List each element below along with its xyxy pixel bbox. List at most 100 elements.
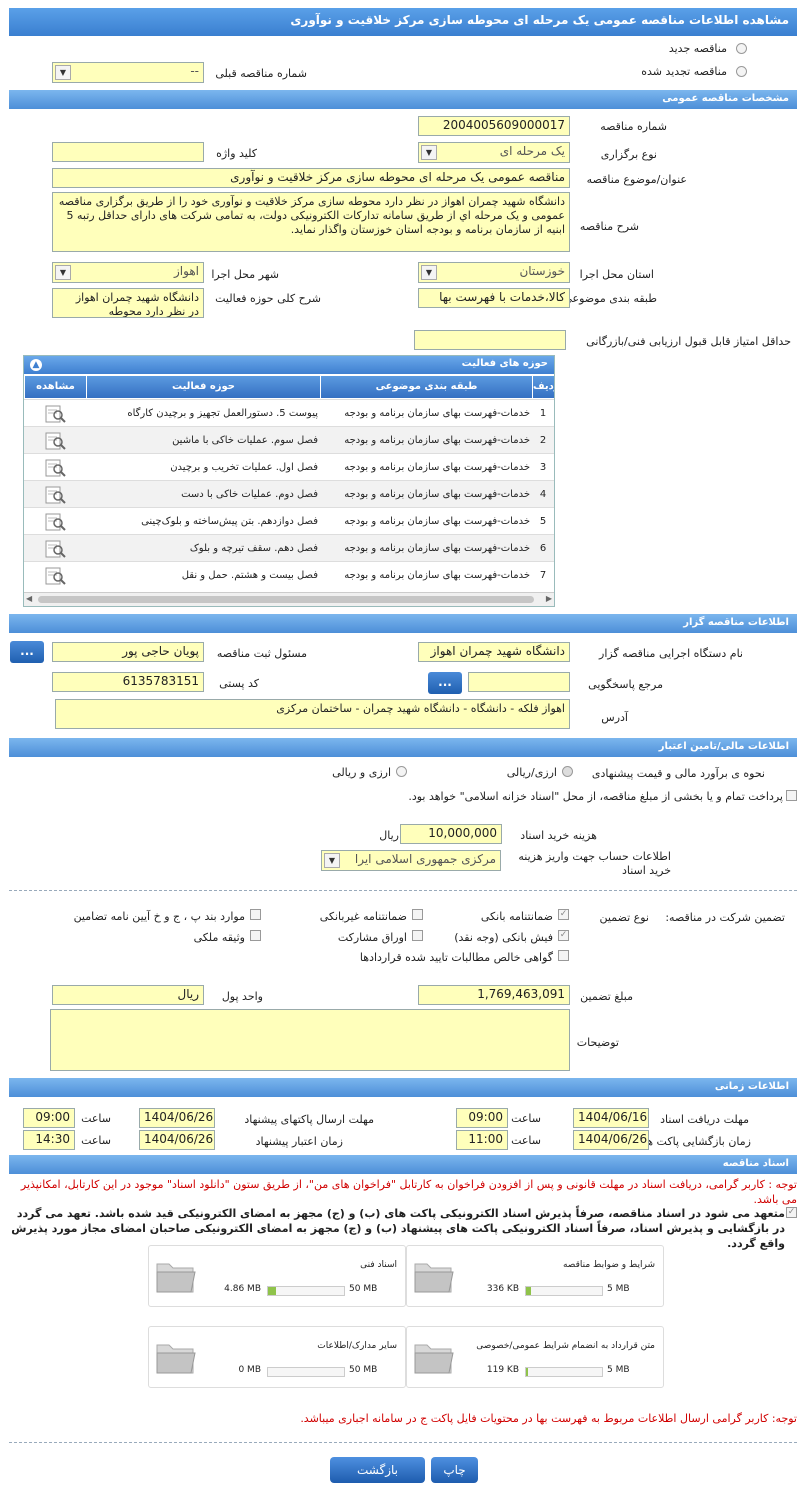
prev-number-label: شماره مناقصه قبلی [215,67,307,80]
nonbank-guarantee-checkbox[interactable] [412,909,423,920]
keyword-label: کلید واژه [216,147,257,160]
city-label: شهر محل اجرا [211,268,279,281]
table-row: 3 خدمات-فهرست بهای سازمان برنامه و بودجه ف… [24,453,554,480]
document-size-bar [267,1367,345,1377]
submit-deadline-date-field[interactable]: 1404/06/26 [139,1108,215,1128]
postal-field[interactable]: 6135783151 [52,672,204,692]
view-icon[interactable] [24,427,86,454]
fee-field[interactable]: 10,000,000 [400,824,502,844]
table-row: 1 خدمات-فهرست بهای سازمان برنامه و بودجه پ… [24,399,554,426]
description-field[interactable]: دانشگاه شهید چمران اهواز در نظر دارد محو… [52,192,570,252]
row-category: خدمات-فهرست بهای سازمان برنامه و بودجه [344,434,530,446]
row-category: خدمات-فهرست بهای سازمان برنامه و بودجه [344,542,530,554]
page-title: مشاهده اطلاعات مناقصه عمومی یک مرحله ای … [9,8,797,36]
treasury-text: پرداخت تمام و یا بخشی از مبلغ مناقصه، از… [408,790,783,803]
org-field[interactable]: دانشگاه شهید چمران اهواز [418,642,570,662]
activity-desc-label: شرح کلی حوزه فعالیت [215,292,321,305]
validity-date-field[interactable]: 1404/06/26 [139,1130,215,1150]
document-max-size: 50 MB [349,1284,378,1294]
province-select[interactable]: خوزستان ▼ [418,262,570,283]
validity-label: زمان اعتبار پیشنهاد [255,1135,343,1148]
submit-time-label: ساعت [81,1112,111,1125]
activity-desc-field[interactable]: دانشگاه شهید چمران اهواز در نظر دارد محو… [52,288,204,318]
documents-section-header: اسناد مناقصه [9,1155,797,1174]
ref-field[interactable] [468,672,570,692]
estimate-option-1-label: ارزی/ریالی [506,766,557,779]
folder-icon [156,1344,196,1374]
view-icon[interactable] [24,400,86,427]
opening-time-label: ساعت [511,1134,541,1147]
commitment-checkbox[interactable]: ✓ [786,1207,797,1218]
subject-field[interactable]: مناقصه عمومی یک مرحله ای محوطه سازی مرکز… [52,168,570,188]
guarantee-amount-field[interactable]: 1,769,463,091 [418,985,570,1005]
scroll-left-icon[interactable]: ◀ [26,594,32,603]
document-size-fill [526,1368,529,1376]
currency-field[interactable]: ریال [52,985,204,1005]
document-card[interactable]: سایر مدارک/اطلاعات 50 MB 0 MB [148,1326,406,1388]
bank-guarantee-checkbox[interactable]: ✓ [558,909,569,920]
regulation-items-checkbox[interactable] [250,909,261,920]
prev-number-select[interactable]: -- ▼ [52,62,204,83]
doc-receive-date-field[interactable]: 1404/06/16 [573,1108,649,1128]
view-icon[interactable] [24,481,86,508]
view-icon[interactable] [24,562,86,589]
bank-receipt-checkbox[interactable]: ✓ [558,930,569,941]
notes-field[interactable] [50,1009,570,1071]
guarantee-label: تضمین شرکت در مناقصه: [665,911,785,924]
document-card[interactable]: متن قرارداد به انضمام شرایط عمومی/خصوصی 5… [406,1326,664,1388]
guarantee-type-label: نوع تضمین [599,911,649,924]
city-select[interactable]: اهواز ▼ [52,262,204,283]
scrollbar-thumb[interactable] [38,596,534,603]
view-icon[interactable] [24,454,86,481]
nonbank-guarantee-label: ضمانتنامه غیربانکی [319,910,407,923]
grid-scrollbar[interactable]: ◀ ▶ [24,592,554,606]
col-view: مشاهده [24,376,86,398]
bonds-checkbox[interactable] [412,930,423,941]
opening-label: زمان بازگشایی پاکت ها [643,1135,751,1148]
estimate-option-2-radio[interactable] [396,766,407,777]
tender-number-field[interactable]: 2004005609000017 [418,116,570,136]
treasury-checkbox[interactable] [786,790,797,801]
holding-type-value: یک مرحله ای [499,144,565,158]
validity-time-field[interactable]: 14:30 [23,1130,75,1150]
col-activity: حوزه فعالیت [86,376,320,398]
document-size: 336 KB [486,1284,519,1294]
financial-section-header: اطلاعات مالی/تامین اعتبار [9,738,797,757]
min-score-field[interactable] [414,330,566,350]
document-card[interactable]: شرایط و ضوابط مناقصه 5 MB 336 KB [406,1245,664,1307]
renewed-tender-radio[interactable] [736,66,747,77]
doc-receive-time-field[interactable]: 09:00 [456,1108,508,1128]
row-number: 3 [539,461,547,473]
opening-date-field[interactable]: 1404/06/26 [573,1130,649,1150]
submit-deadline-time-field[interactable]: 09:00 [23,1108,75,1128]
document-card[interactable]: اسناد فنی 50 MB 4.86 MB [148,1245,406,1307]
estimate-option-1-radio[interactable] [562,766,573,777]
document-size: 4.86 MB [224,1284,261,1294]
opening-time-field[interactable]: 11:00 [456,1130,508,1150]
scroll-right-icon[interactable]: ▶ [546,594,552,603]
divider [9,1442,797,1443]
chevron-down-icon: ▼ [55,65,71,80]
ref-lookup-button[interactable]: ... [428,672,462,694]
new-tender-radio[interactable] [736,43,747,54]
col-row-number: ردیف [532,376,554,398]
collapse-icon[interactable]: ▲ [30,359,42,371]
document-size-bar [525,1367,603,1377]
account-select[interactable]: مرکزی جمهوری اسلامی ایرا ▼ [321,850,501,871]
holding-type-select[interactable]: یک مرحله ای ▼ [418,142,570,163]
view-icon[interactable] [24,508,86,535]
back-button[interactable]: بازگشت [330,1457,425,1483]
address-field[interactable]: اهواز فلکه - دانشگاه - دانشگاه شهید چمرا… [55,699,570,729]
registrar-lookup-button[interactable]: ... [10,641,44,663]
property-collateral-checkbox[interactable] [250,930,261,941]
address-label: آدرس [601,711,628,724]
net-claims-checkbox[interactable] [558,950,569,961]
document-max-size: 5 MB [607,1365,630,1375]
registrar-field[interactable]: پویان حاجی پور [52,642,204,662]
keyword-field[interactable] [52,142,204,162]
print-button[interactable]: چاپ [431,1457,478,1483]
category-field[interactable]: کالا،خدمات با فهرست بها [418,288,570,308]
row-activity: فصل سوم. عملیات خاکی با ماشین [172,434,318,446]
validity-time-label: ساعت [81,1134,111,1147]
view-icon[interactable] [24,535,86,562]
